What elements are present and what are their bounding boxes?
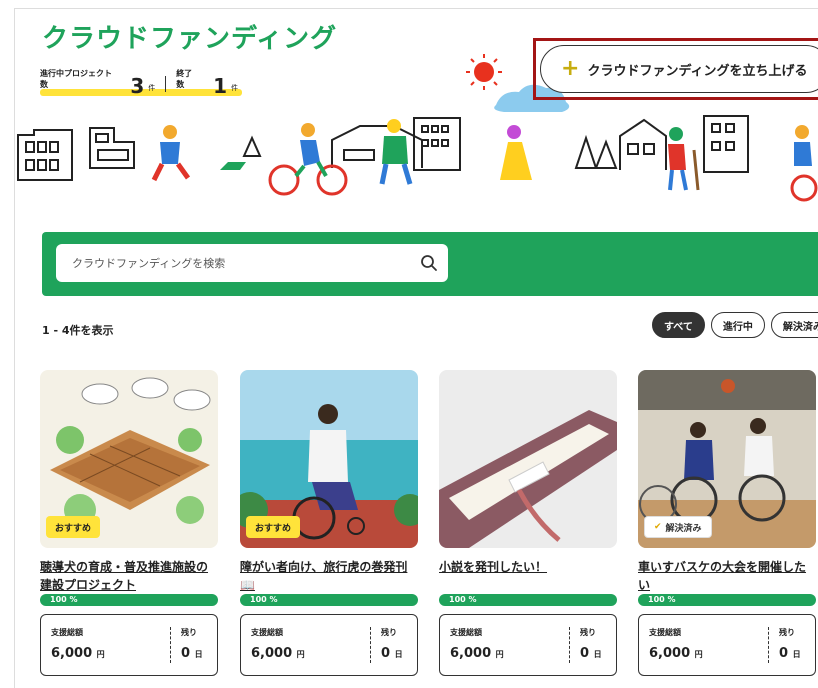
project-card[interactable]: おすすめ 聴導犬の育成・普及推進施設の建設プロジェクト 100 % 支援総額 6… [40, 370, 218, 676]
progress-bar: 100 % [40, 594, 218, 606]
project-title-link[interactable]: 聴導犬の育成・普及推進施設の建設プロジェクト [40, 558, 218, 592]
remain-unit: 日 [394, 650, 403, 659]
remain-unit: 日 [792, 650, 801, 659]
project-title-link[interactable]: 車いすバスケの大会を開催したい [638, 558, 816, 592]
total-label: 支援総額 [450, 628, 482, 637]
remain-value: 0 [779, 646, 789, 661]
progress-bar: 100 % [439, 594, 617, 606]
total-label: 支援総額 [251, 628, 283, 637]
recommended-badge: おすすめ [46, 516, 101, 538]
project-title-link[interactable]: 障がい者向け、旅行虎の巻発刊📖 [240, 558, 418, 592]
project-thumbnail[interactable]: おすすめ [240, 370, 418, 548]
funding-info: 支援総額 6,000 円 残り 0 日 [240, 614, 418, 676]
funding-info: 支援総額 6,000 円 残り 0 日 [638, 614, 816, 676]
total-unit: 円 [296, 650, 305, 659]
project-title-link[interactable]: 小説を発刊したい！ [439, 558, 617, 592]
search-icon[interactable] [410, 244, 448, 282]
total-unit: 円 [495, 650, 504, 659]
project-thumbnail[interactable] [439, 370, 617, 548]
filter-resolved[interactable]: 解決済み [770, 312, 818, 338]
remain-label: 残り [580, 628, 596, 637]
filter-all[interactable]: すべて [652, 312, 705, 338]
ongoing-label: 進行中プロジェクト数 [40, 69, 112, 89]
remain-unit: 日 [593, 650, 602, 659]
remain-value: 0 [381, 646, 391, 661]
resolved-badge-label: 解決済み [665, 523, 702, 534]
filter-ongoing[interactable]: 進行中 [710, 312, 765, 338]
remain-unit: 日 [194, 650, 203, 659]
remain-label: 残り [381, 628, 397, 637]
project-card[interactable]: 小説を発刊したい！ 100 % 支援総額 6,000 円 残り 0 日 [439, 370, 617, 676]
total-unit: 円 [694, 650, 703, 659]
search-input[interactable]: クラウドファンディングを検索 [56, 244, 448, 282]
finished-label: 終了数 [176, 69, 193, 89]
progress-bar: 100 % [638, 594, 816, 606]
finished-count: 1 [213, 74, 227, 98]
ongoing-count: 3 [130, 74, 145, 98]
launch-crowdfunding-button[interactable]: + クラウドファンディングを立ち上げる [540, 45, 818, 93]
filter-tabs: すべて 進行中 解決済み [652, 312, 818, 338]
total-value: 6,000 [251, 646, 293, 661]
funding-info: 支援総額 6,000 円 残り 0 日 [439, 614, 617, 676]
plus-icon: + [561, 56, 580, 81]
search-placeholder: クラウドファンディングを検索 [72, 257, 226, 270]
project-card[interactable]: おすすめ 障がい者向け、旅行虎の巻発刊📖 100 % 支援総額 6,000 円 … [240, 370, 418, 676]
funding-info: 支援総額 6,000 円 残り 0 日 [40, 614, 218, 676]
launch-button-label: クラウドファンディングを立ち上げる [587, 63, 808, 79]
total-label: 支援総額 [51, 628, 83, 637]
stats-divider [165, 76, 167, 92]
remain-label: 残り [779, 628, 795, 637]
progress-bar: 100 % [240, 594, 418, 606]
project-thumbnail[interactable]: ✔ 解決済み [638, 370, 816, 548]
recommended-badge: おすすめ [246, 516, 301, 538]
remain-label: 残り [181, 628, 197, 637]
remain-value: 0 [181, 646, 191, 661]
total-label: 支援総額 [649, 628, 681, 637]
ongoing-unit: 件 [148, 84, 156, 92]
result-count: 1 - 4件を表示 [42, 324, 114, 337]
project-card[interactable]: ✔ 解決済み 車いすバスケの大会を開催したい 100 % 支援総額 6,000 円… [638, 370, 816, 676]
remain-value: 0 [580, 646, 590, 661]
total-value: 6,000 [450, 646, 492, 661]
total-value: 6,000 [649, 646, 691, 661]
resolved-badge: ✔ 解決済み [644, 516, 712, 538]
check-icon: ✔ [654, 522, 662, 532]
total-unit: 円 [96, 650, 105, 659]
sun-icon [466, 54, 502, 90]
project-thumbnail[interactable]: おすすめ [40, 370, 218, 548]
total-value: 6,000 [51, 646, 93, 661]
finished-unit: 件 [231, 84, 238, 92]
